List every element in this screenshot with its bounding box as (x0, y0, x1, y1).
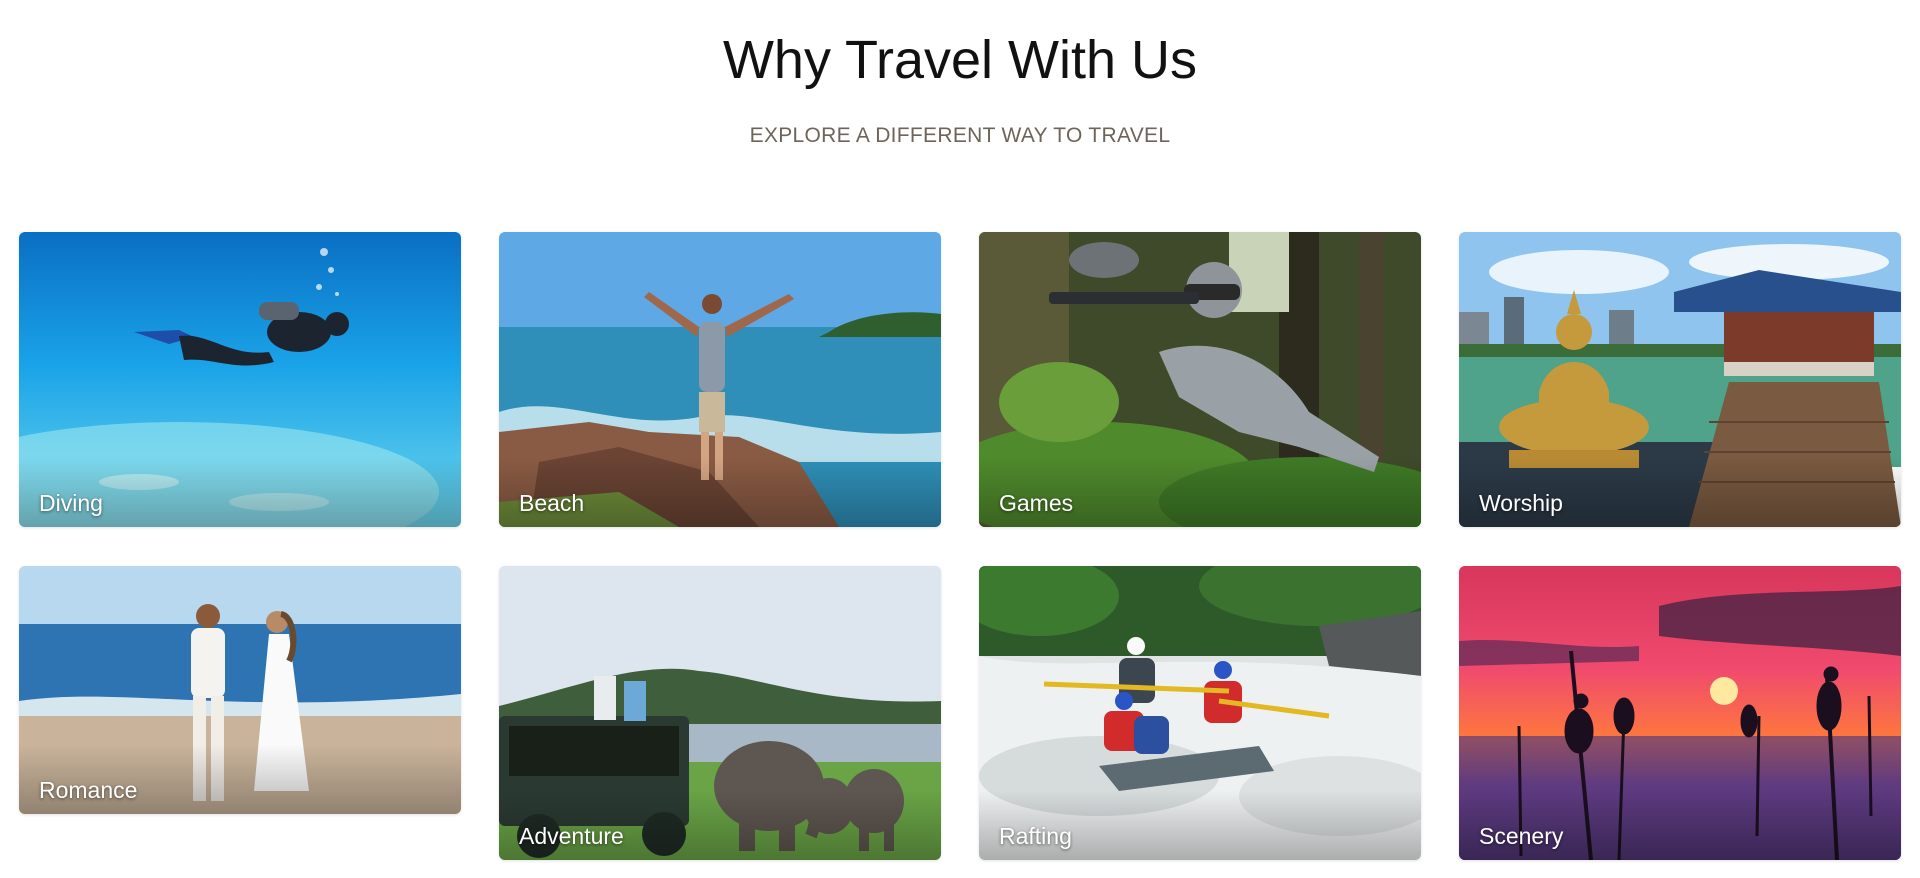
activity-card-scenery[interactable]: Scenery (1459, 566, 1901, 860)
activity-card-beach[interactable]: Beach (499, 232, 941, 527)
activity-card-romance[interactable]: Romance (19, 566, 461, 814)
activity-card-games[interactable]: Games (979, 232, 1421, 527)
activity-card-adventure[interactable]: Adventure (499, 566, 941, 860)
card-label: Games (999, 490, 1074, 516)
card-label: Beach (519, 490, 585, 516)
section-title: Why Travel With Us (722, 30, 1198, 90)
activity-card-rafting[interactable]: Rafting (979, 566, 1421, 860)
card-label: Adventure (519, 823, 624, 849)
activity-card-diving[interactable]: Diving (19, 232, 461, 527)
activity-card-worship[interactable]: Worship (1459, 232, 1901, 527)
card-label: Scenery (1479, 823, 1564, 849)
card-label: Diving (39, 490, 103, 516)
section-subtitle: EXPLORE A DIFFERENT WAY TO TRAVEL (749, 124, 1171, 147)
card-label: Romance (39, 777, 138, 803)
card-label: Worship (1479, 490, 1563, 516)
card-label: Rafting (999, 823, 1072, 849)
